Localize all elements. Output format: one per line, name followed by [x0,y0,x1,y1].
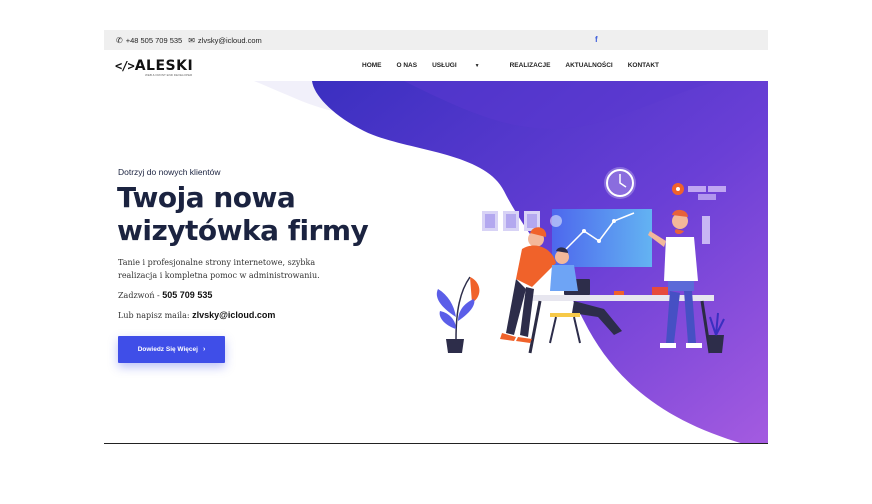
menu-item-o-nas[interactable]: O NAS [397,62,418,69]
page-frame: ✆ +48 505 709 535 ✉ zlvsky@icloud.com f … [104,30,768,444]
hero-eyebrow: Dotrzyj do nowych klientów [118,167,221,177]
hero-headline: Twoja nowa wizytówka firmy [117,181,417,247]
wall-frames [482,211,540,231]
menu-item-kontakt[interactable]: KONTAKT [628,62,659,69]
learn-more-label: Dowiedz Się Więcej [137,346,198,353]
envelope-icon: ✉ [188,35,195,45]
call-number[interactable]: 505 709 535 [162,290,212,300]
email-contact[interactable]: ✉ zlvsky@icloud.com [188,36,262,45]
email-address: zlvsky@icloud.com [197,35,262,45]
hero-description: Tanie i profesjonalne strony internetowe… [118,258,320,280]
main-navigation: </> ALESKI WEB & FRONT END DEVELOPER HOM… [104,50,768,81]
phone-icon: ✆ [116,35,123,45]
hero-section: Dotrzyj do nowych klientów Twoja nowa wi… [104,81,768,444]
phone-contact[interactable]: ✆ +48 505 709 535 [116,36,182,45]
clock-icon [604,167,636,199]
call-line: Zadzwoń - 505 709 535 [118,290,212,300]
chevron-down-icon: ▼ [474,62,480,69]
logo-word: ALESKI [134,58,194,74]
headline-line-2: wizytówka firmy [117,214,369,247]
top-info-bar: ✆ +48 505 709 535 ✉ zlvsky@icloud.com f [104,30,768,50]
logo-mark: </> [115,59,135,73]
menu-item-uslugi[interactable]: USŁUGI ▼ [432,62,495,69]
bottom-divider [104,443,768,444]
menu-item-uslugi-label: USŁUGI [432,62,457,69]
mail-line: Lub napisz maila: zlvsky@icloud.com [118,310,275,320]
learn-more-button[interactable]: Dowiedz Się Więcej › [118,336,225,363]
site-logo[interactable]: </> ALESKI WEB & FRONT END DEVELOPER [115,58,194,77]
headline-line-1: Twoja nowa [117,181,296,214]
menu-item-realizacje[interactable]: REALIZACJE [510,62,551,69]
menu-item-aktualnosci[interactable]: AKTUALNOŚCI [565,62,612,69]
phone-number: +48 505 709 535 [125,35,183,45]
mail-label: Lub napisz maila: [118,311,193,320]
call-label: Zadzwoń - [118,291,163,300]
plant-left [436,276,480,353]
menu-bar: HOME O NAS USŁUGI ▼ REALIZACJE AKTUALNOŚ… [362,62,674,69]
facebook-icon[interactable]: f [595,35,598,44]
chevron-right-icon: › [202,346,206,353]
logo-tagline: WEB & FRONT END DEVELOPER [145,73,193,77]
menu-item-home[interactable]: HOME [362,62,382,69]
mail-address[interactable]: zlvsky@icloud.com [192,310,275,320]
